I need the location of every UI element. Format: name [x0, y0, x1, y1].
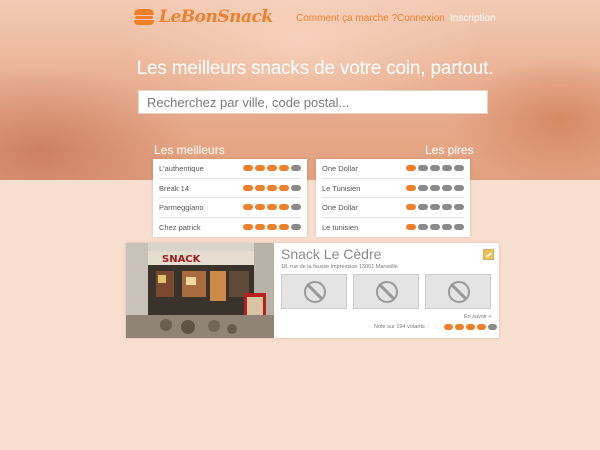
rating-dot-empty	[488, 324, 497, 330]
rating-dot-filled	[406, 184, 416, 191]
featured-snack-card: SNACK Snack Le Cèdre 18, rue de la fauss…	[126, 243, 499, 338]
ranking-row[interactable]: Break 14	[159, 179, 301, 198]
featured-rating-dots	[444, 324, 497, 330]
rating-dot-filled	[255, 184, 265, 191]
rating-dot-empty	[418, 184, 428, 191]
photo-placeholder[interactable]	[281, 274, 347, 309]
rating-dot-filled	[279, 223, 289, 230]
rating-dot-filled	[466, 324, 475, 330]
rating-dot-empty	[418, 165, 428, 171]
rating-dot-empty	[442, 165, 452, 171]
rating-dot-filled	[243, 204, 253, 210]
more-info-link[interactable]: En savoir +	[464, 314, 492, 320]
best-ranking-list: L'authentique Break 14 Parmeggiano Chez …	[153, 159, 307, 237]
snack-name: Chez patrick	[159, 222, 201, 232]
ranking-row[interactable]: One Dollar	[322, 198, 464, 218]
rating-dot-filled	[279, 204, 289, 210]
rating-dots	[243, 204, 301, 210]
snack-name: L'authentique	[159, 164, 204, 173]
rating-dot-filled	[444, 324, 453, 330]
rating-dot-filled	[243, 165, 253, 171]
rating-dot-filled	[406, 204, 416, 210]
burger-icon	[134, 8, 154, 26]
ranking-row[interactable]: Chez patrick	[159, 218, 301, 238]
rating-dot-filled	[455, 324, 464, 330]
ranking-row[interactable]: Le tunisien	[322, 218, 464, 238]
rating-dots	[406, 223, 464, 230]
vote-count-label: Note sur 194 votants :	[374, 324, 428, 330]
rating-dot-empty	[454, 165, 464, 171]
rating-dot-filled	[255, 223, 265, 230]
nav-how-it-works-link[interactable]: Comment ça marche ?	[296, 13, 397, 24]
snack-name: One Dollar	[322, 164, 358, 173]
rating-dot-empty	[291, 204, 301, 210]
rating-dot-filled	[267, 204, 277, 210]
snack-name: One Dollar	[322, 203, 358, 212]
rating-dots	[406, 165, 464, 171]
rating-dots	[406, 184, 464, 191]
photo-placeholder[interactable]	[353, 274, 419, 309]
rating-dot-filled	[406, 165, 416, 171]
rating-dot-empty	[291, 223, 301, 230]
rating-dot-filled	[267, 184, 277, 191]
search-input[interactable]	[138, 90, 488, 114]
no-image-icon	[448, 281, 470, 303]
edit-icon[interactable]	[483, 249, 494, 260]
rating-dot-filled	[267, 223, 277, 230]
rating-dot-empty	[291, 165, 301, 171]
ranking-row[interactable]: One Dollar	[322, 159, 464, 179]
rating-dot-empty	[442, 184, 452, 191]
storefront-sign-text: SNACK	[162, 254, 202, 265]
rating-dot-empty	[291, 184, 301, 191]
rating-dot-filled	[477, 324, 486, 330]
rating-dot-empty	[442, 204, 452, 210]
rating-dot-filled	[267, 165, 277, 171]
rating-dot-empty	[430, 165, 440, 171]
rating-dot-filled	[279, 165, 289, 171]
best-ranking-title: Les meilleurs	[154, 143, 225, 157]
ranking-row[interactable]: Parmeggiano	[159, 198, 301, 218]
nav-signup-link[interactable]: Inscription	[450, 13, 496, 24]
snack-storefront-photo[interactable]: SNACK	[126, 243, 274, 338]
ranking-row[interactable]: L'authentique	[159, 159, 301, 179]
snack-name: Le Tunisien	[322, 183, 361, 193]
no-image-icon	[376, 281, 398, 303]
worst-ranking-list: One Dollar Le Tunisien One Dollar Le tun…	[316, 159, 470, 237]
rating-dot-empty	[430, 204, 440, 210]
rating-dot-empty	[418, 204, 428, 210]
nav-login-link[interactable]: Connexion	[397, 13, 445, 24]
rating-dot-filled	[243, 223, 253, 230]
photo-placeholder[interactable]	[425, 274, 491, 309]
featured-snack-address: 18, rue de la fausse impression 13001 Ma…	[281, 264, 398, 270]
rating-dot-empty	[430, 184, 440, 191]
rating-dot-empty	[430, 223, 440, 230]
ranking-row[interactable]: Le Tunisien	[322, 179, 464, 198]
rating-dot-filled	[255, 165, 265, 171]
rating-dots	[243, 184, 301, 191]
storefront-illustration: SNACK	[126, 243, 274, 338]
featured-snack-name[interactable]: Snack Le Cèdre	[281, 246, 381, 262]
logo[interactable]: LeBonSnack	[134, 7, 273, 27]
rating-dots	[243, 165, 301, 171]
rating-dot-empty	[442, 223, 452, 230]
rating-dot-empty	[454, 184, 464, 191]
rating-dots	[243, 223, 301, 230]
worst-ranking-title: Les pires	[425, 143, 474, 157]
rating-dot-filled	[279, 184, 289, 191]
rating-dot-empty	[418, 223, 428, 230]
page-tagline: Les meilleurs snacks de votre coin, part…	[136, 58, 494, 79]
rating-dots	[406, 204, 464, 210]
snack-name: Break 14	[159, 183, 190, 193]
rating-dot-empty	[454, 223, 464, 230]
top-navigation: LeBonSnack Comment ça marche ? Connexion…	[0, 0, 600, 36]
logo-text: LeBonSnack	[159, 7, 273, 27]
rating-dot-filled	[255, 204, 265, 210]
rating-dot-empty	[454, 204, 464, 210]
snack-name: Parmeggiano	[159, 203, 204, 212]
rating-dot-filled	[406, 223, 416, 230]
no-image-icon	[304, 281, 326, 303]
rating-dot-filled	[243, 184, 253, 191]
snack-name: Le tunisien	[322, 222, 359, 232]
